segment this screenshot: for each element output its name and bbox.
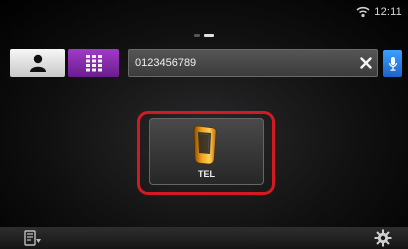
tel-label: TEL — [198, 169, 215, 179]
phone-number-field[interactable]: 0123456789 — [128, 49, 378, 77]
page-dot-active[interactable] — [204, 34, 214, 37]
clock-time: 12:11 — [374, 6, 402, 18]
close-icon — [360, 57, 372, 69]
wifi-icon — [356, 6, 370, 18]
voice-dial-button[interactable] — [383, 50, 402, 77]
keypad-button[interactable] — [68, 49, 119, 77]
phone-handset-icon — [193, 125, 217, 165]
gear-icon[interactable] — [374, 229, 392, 247]
contact-person-icon — [29, 54, 46, 72]
bottom-bar — [0, 227, 408, 249]
page-indicator — [194, 34, 214, 37]
keypad-grid-icon — [85, 55, 102, 72]
page-dot[interactable] — [194, 34, 200, 37]
status-bar: 12:11 — [356, 6, 402, 18]
menu-icon[interactable] — [24, 230, 42, 246]
microphone-icon — [388, 56, 397, 71]
clear-button[interactable] — [355, 52, 377, 74]
tel-button[interactable]: TEL — [149, 118, 264, 185]
phone-number-value: 0123456789 — [135, 57, 197, 69]
phone-screen: 12:11 0123456789 TEL — [0, 0, 408, 249]
contacts-button[interactable] — [10, 49, 65, 77]
